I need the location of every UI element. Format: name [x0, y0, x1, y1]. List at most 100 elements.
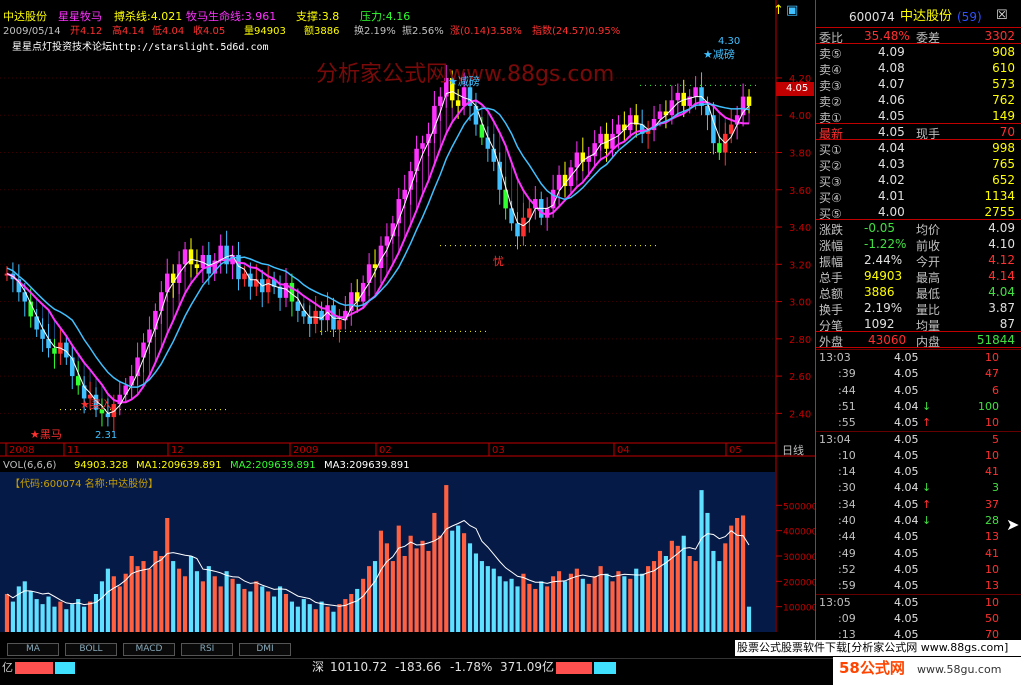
volume-bar	[485, 566, 490, 632]
pressure-label: 压力:4.16	[360, 10, 411, 23]
vol-tick-label: 400000	[783, 528, 815, 538]
tick-row: :44 4.05 6	[838, 383, 999, 397]
ask-row-4[interactable]: 卖④ 4.08 610	[816, 60, 1019, 77]
volume-bar	[551, 576, 556, 632]
volume-bar	[741, 515, 746, 632]
volume-bar	[539, 581, 544, 632]
bid-row-4[interactable]: 买④ 4.01 1134	[816, 188, 1019, 205]
quote-panel: 600074 中达股份 (59) ☒ 委比 35.48% 委差 3302 卖⑤ …	[815, 0, 1021, 641]
period-label[interactable]: 日线	[782, 444, 804, 457]
volume-bar	[64, 609, 69, 632]
stock-code: 600074	[849, 10, 895, 24]
volume-bar	[58, 601, 63, 632]
annotation-high-price: 4.30	[718, 36, 741, 47]
vol-tick-label: 200000	[783, 578, 815, 588]
vol-tick-label: 100000	[783, 604, 815, 614]
volume-bar	[533, 588, 538, 632]
volume-bar	[171, 561, 176, 632]
stat-row: 换手 2.19% 量比 3.87	[819, 301, 1015, 317]
market-breadth-bar-2	[556, 662, 616, 674]
bar-date: 2009/05/14	[3, 26, 61, 37]
volume-bar	[200, 581, 205, 632]
tick-list[interactable]: 13:03 4.05 10:39 4.05 47:44 4.05 6:51 4.04 ↓ 100:…	[816, 348, 1021, 641]
vol-ma2: MA2:209639.891	[230, 460, 316, 471]
tab-ma[interactable]: MA	[7, 643, 59, 656]
volume-bar	[402, 556, 407, 632]
tab-dmi[interactable]: DMI	[239, 643, 291, 656]
volume-bar	[34, 599, 39, 632]
x-tick-label: 2008	[9, 445, 34, 456]
market-turnover: 371.09亿	[500, 660, 554, 674]
stat-row: 分笔 1092 均量 87	[819, 317, 1015, 333]
site-logo: 58公式网 www.58gu.com	[833, 657, 1021, 685]
y-tick-label: 2.80	[789, 335, 811, 346]
bid-row-2[interactable]: 买② 4.03 765	[816, 156, 1019, 173]
ask-row-3[interactable]: 卖③ 4.07 573	[816, 76, 1019, 93]
x-tick-label: 12	[171, 445, 184, 456]
bid-row-3[interactable]: 买③ 4.02 652	[816, 172, 1019, 189]
volume-bar	[711, 550, 716, 632]
volume-bar	[640, 573, 645, 632]
volume-bar	[343, 599, 348, 632]
ad-banner[interactable]: 股票公式股票软件下载[分析家公式网 www.88gs.com]	[735, 640, 1021, 656]
volume-bar	[105, 568, 110, 632]
ask-row-5[interactable]: 卖⑤ 4.09 908	[816, 44, 1019, 61]
volume-bar	[426, 550, 431, 632]
bar-change: 涨(0.14)3.58%	[450, 26, 522, 37]
market-breadth-bar-1	[15, 662, 75, 674]
volume-bar	[40, 604, 45, 632]
y-tick-label: 3.40	[789, 223, 811, 234]
tab-macd[interactable]: MACD	[123, 643, 175, 656]
bid-row-5[interactable]: 买⑤ 4.00 2755	[816, 204, 1019, 221]
y-tick-label: 2.60	[789, 372, 811, 383]
volume-bar	[616, 571, 621, 632]
volume-bar	[70, 604, 75, 632]
stat-row: 振幅 2.44% 今开 4.12	[819, 253, 1015, 269]
volume-bar	[622, 576, 627, 632]
x-tick-label: 05	[729, 445, 742, 456]
chart-area[interactable]: 4.204.003.803.603.403.203.002.802.602.40…	[0, 0, 815, 660]
ask-row-2[interactable]: 卖② 4.06 762	[816, 92, 1019, 109]
kill-line-label: 搏杀线:4.021	[114, 10, 183, 23]
panel-toggle-icon[interactable]: ☒	[996, 9, 1008, 22]
vol-ma3: MA3:209639.891	[324, 460, 410, 471]
volume-bar	[307, 604, 312, 632]
volume-bar	[93, 594, 99, 632]
volume-bar	[456, 525, 461, 632]
volume-bar	[117, 586, 122, 632]
window-restore-icon[interactable]: ▣	[786, 4, 798, 17]
volume-bar	[123, 573, 128, 632]
ask-row-1[interactable]: 卖① 4.05 149	[816, 108, 1019, 125]
volume-bar	[277, 586, 283, 632]
volume-bar	[82, 606, 87, 632]
volume-bar	[580, 578, 585, 632]
tick-row: :55 4.05 ↑ 10	[838, 416, 999, 430]
volume-bar	[319, 601, 324, 632]
bid-row-1[interactable]: 买① 4.04 998	[816, 140, 1019, 157]
volume-bar	[331, 611, 336, 632]
vol-label: VOL(6,6,6)	[3, 460, 57, 471]
volume-bar	[545, 586, 550, 632]
volume-bar	[444, 485, 449, 632]
volume-bar	[177, 568, 182, 632]
volume-bar	[52, 606, 57, 632]
volume-bar	[242, 588, 247, 632]
x-tick-label: 11	[67, 445, 80, 456]
volume-bar	[509, 578, 514, 632]
x-tick-label: 03	[492, 445, 505, 456]
volume-bar	[194, 571, 200, 632]
x-tick-label: 04	[617, 445, 630, 456]
arrow-up-icon[interactable]: ↑	[773, 4, 784, 17]
volume-bar	[390, 561, 395, 632]
volume-bar	[604, 573, 609, 632]
x-tick-label: 2009	[293, 445, 318, 456]
volume-bar	[675, 545, 680, 632]
vol-tick-label: 500000	[783, 502, 815, 512]
volume-bar	[610, 581, 615, 632]
volume-bar	[592, 576, 597, 632]
indicator-name[interactable]: 星星牧马	[58, 10, 102, 23]
volume-bar	[669, 540, 674, 632]
volume-bar	[4, 594, 10, 632]
tab-boll[interactable]: BOLL	[65, 643, 117, 656]
tab-rsi[interactable]: RSI	[181, 643, 233, 656]
